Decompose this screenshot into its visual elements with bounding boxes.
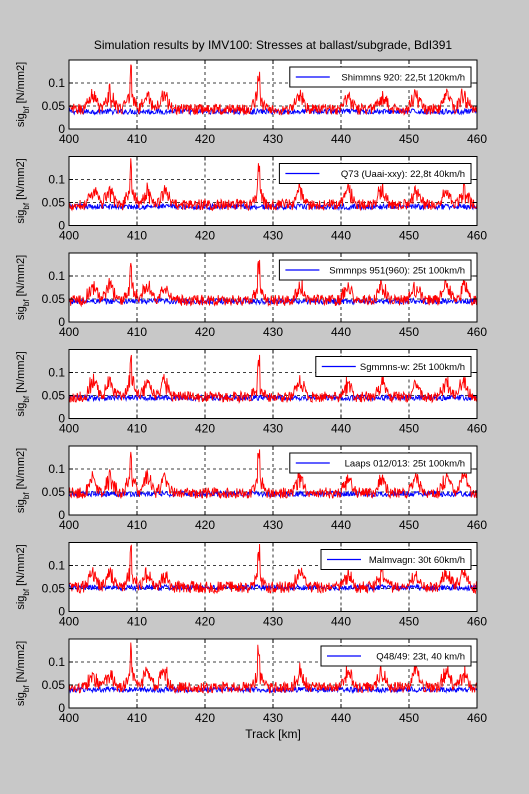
y-tick-label: 0.1	[48, 366, 65, 380]
y-tick-label: 0.1	[48, 559, 65, 573]
x-tick-label: 450	[399, 325, 419, 339]
x-tick-label: 410	[127, 422, 147, 436]
x-tick-label: 450	[399, 132, 419, 146]
x-tick-label: 430	[263, 229, 283, 243]
x-tick-label: 460	[467, 518, 487, 532]
x-tick-label: 410	[127, 229, 147, 243]
x-tick-label: 410	[127, 711, 147, 725]
x-tick-label: 450	[399, 422, 419, 436]
x-tick-label: 460	[467, 422, 487, 436]
x-tick-label: 440	[331, 325, 351, 339]
x-tick-label: 410	[127, 132, 147, 146]
legend-label: Q73 (Uaai-xxy): 22,8t 40km/h	[341, 169, 465, 180]
y-tick-label: 0.05	[42, 196, 66, 210]
legend-label: Malmvagn: 30t 60km/h	[369, 555, 465, 566]
x-axis-label: Track [km]	[245, 727, 301, 741]
y-tick-label: 0	[58, 508, 65, 522]
y-tick-label: 0	[58, 701, 65, 715]
x-tick-label: 430	[263, 132, 283, 146]
x-tick-label: 430	[263, 711, 283, 725]
x-tick-label: 440	[331, 229, 351, 243]
x-tick-label: 430	[263, 325, 283, 339]
x-tick-label: 420	[195, 711, 215, 725]
y-tick-label: 0	[58, 605, 65, 619]
y-tick-label: 0	[58, 122, 65, 136]
x-tick-label: 420	[195, 518, 215, 532]
x-tick-label: 420	[195, 422, 215, 436]
x-tick-label: 450	[399, 229, 419, 243]
x-tick-label: 440	[331, 132, 351, 146]
x-tick-label: 430	[263, 615, 283, 629]
figure-title: Simulation results by IMV100: Stresses a…	[94, 38, 453, 52]
x-tick-label: 460	[467, 325, 487, 339]
y-tick-label: 0.05	[42, 99, 66, 113]
x-tick-label: 440	[331, 711, 351, 725]
x-tick-label: 410	[127, 325, 147, 339]
y-tick-label: 0.1	[48, 76, 65, 90]
y-tick-label: 0.05	[42, 582, 66, 596]
x-tick-label: 450	[399, 518, 419, 532]
x-tick-label: 420	[195, 229, 215, 243]
x-tick-label: 410	[127, 518, 147, 532]
x-tick-label: 430	[263, 422, 283, 436]
y-tick-label: 0.1	[48, 655, 65, 669]
y-tick-label: 0.1	[48, 462, 65, 476]
y-tick-label: 0	[58, 219, 65, 233]
figure-canvas: Simulation results by IMV100: Stresses a…	[0, 0, 529, 794]
y-tick-label: 0.05	[42, 485, 66, 499]
x-tick-label: 460	[467, 615, 487, 629]
x-tick-label: 420	[195, 615, 215, 629]
x-tick-label: 440	[331, 422, 351, 436]
x-tick-label: 450	[399, 711, 419, 725]
legend-label: Shimmns 920: 22,5t 120km/h	[341, 73, 465, 84]
x-tick-label: 410	[127, 615, 147, 629]
y-tick-label: 0.05	[42, 678, 66, 692]
y-tick-label: 0	[58, 315, 65, 329]
legend-label: Sgmmns-w: 25t 100km/h	[360, 362, 465, 373]
x-tick-label: 460	[467, 229, 487, 243]
y-tick-label: 0.05	[42, 292, 66, 306]
x-tick-label: 460	[467, 132, 487, 146]
legend-label: Smmnps 951(960): 25t 100km/h	[329, 266, 465, 277]
y-tick-label: 0.1	[48, 269, 65, 283]
x-tick-label: 450	[399, 615, 419, 629]
x-tick-label: 460	[467, 711, 487, 725]
legend-label: Q48/49: 23t, 40 km/h	[376, 652, 465, 663]
y-tick-label: 0.1	[48, 173, 65, 187]
x-tick-label: 420	[195, 132, 215, 146]
x-tick-label: 440	[331, 615, 351, 629]
x-tick-label: 440	[331, 518, 351, 532]
x-tick-label: 430	[263, 518, 283, 532]
x-tick-label: 420	[195, 325, 215, 339]
y-tick-label: 0	[58, 412, 65, 426]
y-tick-label: 0.05	[42, 389, 66, 403]
legend-label: Laaps 012/013: 25t 100km/h	[345, 459, 465, 470]
